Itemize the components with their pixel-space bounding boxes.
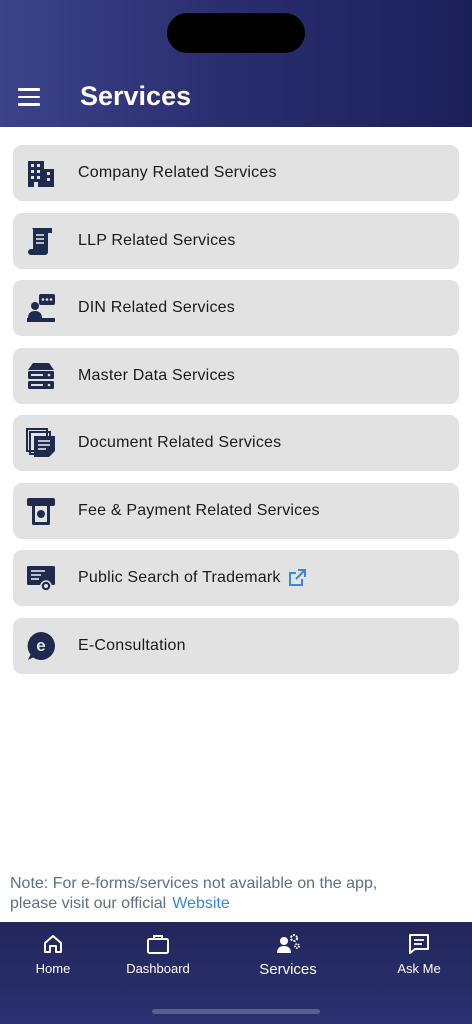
service-label: LLP Related Services (78, 231, 236, 249)
payment-icon (25, 495, 57, 527)
tab-label: Services (259, 961, 317, 978)
dynamic-island (167, 13, 305, 53)
service-label: Fee & Payment Related Services (78, 501, 320, 519)
briefcase-icon (147, 935, 169, 954)
tab-dashboard[interactable]: Dashboard (108, 932, 208, 976)
services-icon (277, 934, 300, 953)
certificate-icon (25, 562, 57, 594)
documents-icon (25, 427, 57, 459)
service-master-data[interactable]: Master Data Services (13, 347, 459, 404)
service-e-consultation[interactable]: e E-Consultation (13, 617, 459, 674)
presenter-icon (25, 292, 57, 324)
chat-icon (409, 934, 429, 954)
note-line-1: Note: For e-forms/services not available… (10, 875, 378, 892)
note-line-2: please visit our official (10, 895, 167, 912)
tab-services[interactable]: Services (238, 932, 338, 978)
service-label: Company Related Services (78, 164, 277, 181)
tab-label: Ask Me (397, 961, 441, 976)
tab-label: Home (35, 961, 71, 976)
service-llp[interactable]: LLP Related Services (13, 212, 459, 269)
home-icon (44, 935, 62, 953)
service-document[interactable]: Document Related Services (13, 415, 459, 471)
tab-label: Dashboard (126, 961, 190, 976)
service-label: E-Consultation (78, 636, 186, 654)
scroll-icon (25, 225, 57, 257)
service-company[interactable]: Company Related Services (13, 145, 459, 201)
service-label: Document Related Services (78, 434, 282, 451)
tab-ask-me[interactable]: Ask Me (369, 932, 469, 976)
external-link-icon (288, 569, 306, 586)
footer-note: Note: For e-forms/services not available… (10, 874, 460, 914)
page-title: Services (80, 81, 192, 111)
services-list: Company Related Services LLP Related Ser… (13, 145, 459, 685)
hamburger-menu-icon[interactable] (18, 86, 44, 108)
building-icon (25, 157, 57, 189)
tab-home[interactable]: Home (3, 932, 103, 976)
e-chat-icon: e (25, 630, 57, 662)
svg-text:e: e (36, 636, 45, 655)
service-label: DIN Related Services (78, 299, 235, 316)
home-indicator (152, 1009, 320, 1014)
service-label: Master Data Services (78, 366, 235, 384)
app-header: Services (0, 0, 472, 127)
service-din[interactable]: DIN Related Services (13, 280, 459, 336)
website-link[interactable]: Website (172, 895, 230, 912)
server-icon (25, 360, 57, 392)
service-trademark-search[interactable]: Public Search of Trademark (13, 550, 459, 606)
service-fee-payment[interactable]: Fee & Payment Related Services (13, 482, 459, 539)
service-label: Public Search of Trademark (78, 569, 281, 586)
